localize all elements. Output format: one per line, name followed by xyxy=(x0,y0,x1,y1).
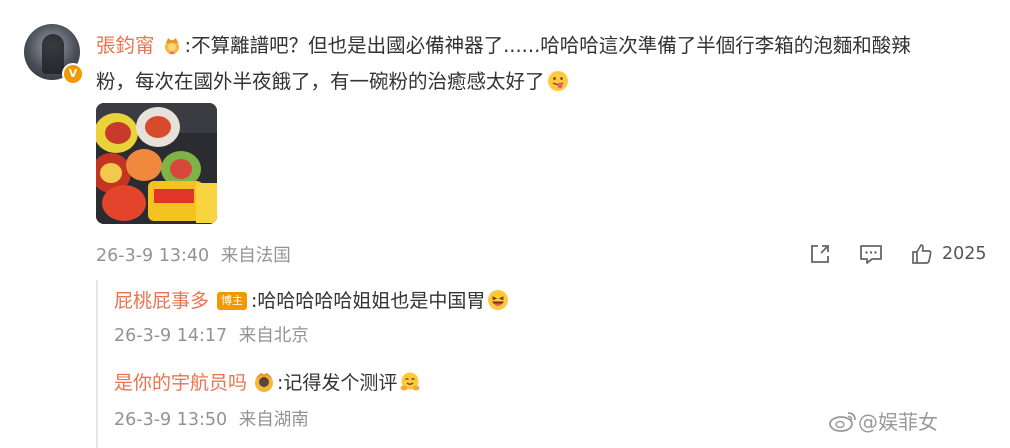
like-icon xyxy=(912,244,932,264)
comment-username[interactable]: 張鈞甯 xyxy=(96,34,155,57)
laugh-emoji-icon xyxy=(488,290,509,310)
comment-location: 来自法国 xyxy=(220,246,291,266)
comment-line-1: :不算離譜吧？但也是出國必備神器了......哈哈哈這次準備了半個行李箱的泡麵和… xyxy=(184,34,911,57)
like-button[interactable]: 2025 xyxy=(910,240,987,268)
tongue-emoji-icon xyxy=(547,71,568,91)
reply-text: :哈哈哈哈哈姐姐也是中国胃 xyxy=(251,290,486,312)
watermark-text: @娱菲女 xyxy=(858,410,938,434)
verified-badge: V xyxy=(62,63,84,85)
comment-meta: 26-3-9 13:40 来自法国 xyxy=(96,242,291,267)
attached-photo[interactable] xyxy=(96,103,217,224)
blogger-badge: 博主 xyxy=(217,292,248,310)
comment-icon xyxy=(860,245,882,264)
comment-line-2: 粉，每次在國外半夜餓了，有一碗粉的治癒感太好了 xyxy=(96,70,545,93)
like-count: 2025 xyxy=(942,244,987,264)
reply-item: 是你的宇航员吗 :记得发个测评 xyxy=(114,368,421,395)
hug-emoji-icon xyxy=(400,372,420,391)
reply-time: 26-3-9 13:50 xyxy=(114,410,228,430)
comment-text: 張鈞甯 :不算離譜吧？但也是出國必備神器了......哈哈哈這次準備了半個行李箱… xyxy=(96,28,976,100)
share-icon xyxy=(811,245,829,263)
avatar-medal-icon xyxy=(255,372,274,392)
weibo-watermark: @娱菲女 xyxy=(828,406,938,435)
reply-meta: 26-3-9 14:17 来自北京 xyxy=(114,322,309,347)
reply-item: 屁桃屁事多 博主:哈哈哈哈哈姐姐也是中国胃 xyxy=(114,286,509,313)
reply-location: 来自湖南 xyxy=(238,410,309,430)
share-button[interactable] xyxy=(808,240,832,268)
comment-actions: 2025 xyxy=(808,240,988,268)
crown-medal-icon xyxy=(164,38,179,54)
comment-button[interactable] xyxy=(858,240,884,268)
reply-location: 来自北京 xyxy=(238,326,309,346)
weibo-logo-icon xyxy=(829,411,856,432)
reply-text: :记得发个测评 xyxy=(277,372,398,394)
reply-username[interactable]: 是你的宇航员吗 xyxy=(114,372,247,394)
comment-time: 26-3-9 13:40 xyxy=(96,246,210,266)
reply-meta: 26-3-9 13:50 来自湖南 xyxy=(114,406,309,431)
reply-username[interactable]: 屁桃屁事多 xyxy=(114,290,209,312)
reply-time: 26-3-9 14:17 xyxy=(114,326,228,346)
noodle-bowls-image xyxy=(96,103,217,224)
